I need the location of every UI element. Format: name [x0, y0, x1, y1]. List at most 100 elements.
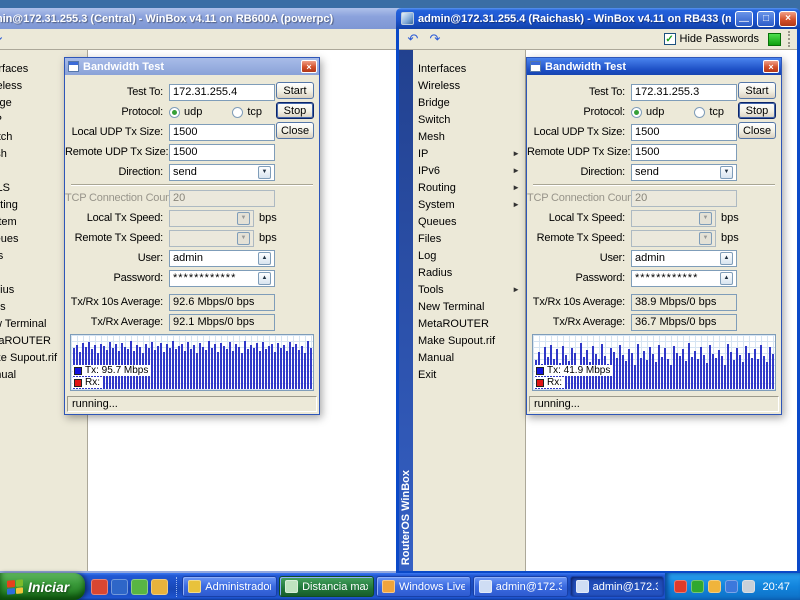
password-input[interactable]: ************ ▲	[631, 270, 737, 287]
undo-icon[interactable]: ↶	[403, 31, 423, 48]
taskbar-button[interactable]: admin@172.3...	[473, 576, 568, 597]
taskbar-button[interactable]: admin@172.3...	[570, 576, 665, 597]
chevron-down-icon[interactable]: ▼	[720, 166, 733, 179]
tx-rx-10s-average-label: Tx/Rx 10s Average:	[527, 296, 631, 308]
sidebar-item[interactable]: Files ►	[413, 230, 525, 247]
sidebar-item[interactable]: Routing ►	[413, 179, 525, 196]
window-titlebar[interactable]: admin@172.31.255.4 (Raichask) - WinBox v…	[396, 8, 800, 29]
tray-icon[interactable]	[674, 580, 687, 593]
bps-unit-label: bps	[259, 232, 277, 244]
protocol-udp-radio[interactable]	[169, 107, 180, 118]
quick-launch-icon[interactable]	[111, 579, 128, 595]
taskbar-button[interactable]: Distancia maxi...	[279, 576, 374, 597]
quick-launch-icon[interactable]	[131, 579, 148, 595]
udp-label: udp	[646, 106, 664, 118]
remote-tx-speed-select: ▼	[631, 230, 716, 247]
taskbar-button-icon	[285, 580, 298, 593]
quick-launch-icon[interactable]	[151, 579, 168, 595]
chart-bar	[292, 347, 294, 389]
sidebar-item[interactable]: Switch ►	[413, 111, 525, 128]
chevron-up-icon[interactable]: ▲	[258, 252, 271, 265]
direction-select[interactable]: send ▼	[169, 164, 275, 181]
close-icon[interactable]: ×	[763, 60, 779, 73]
stop-button[interactable]: Stop	[738, 102, 776, 119]
taskbar-button[interactable]: Administrador ...	[182, 576, 277, 597]
hide-passwords-checkbox[interactable]: ✓	[664, 33, 676, 45]
chevron-down-icon: ▼	[699, 212, 712, 225]
dialog-titlebar[interactable]: Bandwidth Test ×	[527, 58, 781, 75]
protocol-tcp-radio[interactable]	[694, 107, 705, 118]
direction-select[interactable]: send ▼	[631, 164, 737, 181]
local-udp-tx-size-input[interactable]: 1500	[169, 124, 275, 141]
sidebar-item[interactable]: Queues ►	[413, 213, 525, 230]
chart-bar	[196, 353, 198, 389]
tray-icon[interactable]	[691, 580, 704, 593]
user-input[interactable]: admin ▲	[169, 250, 275, 267]
close-icon[interactable]: ×	[301, 60, 317, 73]
redo-icon[interactable]: ↷	[0, 31, 7, 48]
test-to-input[interactable]: 172.31.255.3	[631, 84, 737, 101]
chevron-up-icon[interactable]: ▲	[720, 252, 733, 265]
sidebar-item[interactable]: Manual ►	[413, 349, 525, 366]
sidebar-item[interactable]: Tools ►	[413, 281, 525, 298]
quick-launch-icon[interactable]	[91, 579, 108, 595]
chart-bar	[244, 341, 246, 389]
taskbar-button-label: Distancia maxi...	[302, 581, 368, 593]
protocol-udp-radio[interactable]	[631, 107, 642, 118]
sidebar-item-label: Wireless	[0, 80, 74, 92]
sidebar-item[interactable]: Radius ►	[413, 264, 525, 281]
user-input[interactable]: admin ▲	[631, 250, 737, 267]
sidebar-item[interactable]: Mesh ►	[413, 128, 525, 145]
minimize-icon[interactable]: —	[735, 11, 753, 27]
chevron-up-icon[interactable]: ▲	[720, 272, 733, 285]
test-to-input[interactable]: 172.31.255.4	[169, 84, 275, 101]
sidebar-item[interactable]: IP ►	[413, 145, 525, 162]
close-button[interactable]: Close	[738, 122, 776, 139]
chart-bar	[622, 355, 624, 389]
sidebar-item[interactable]: Exit ►	[413, 366, 525, 383]
close-button[interactable]: Close	[276, 122, 314, 139]
dialog-titlebar[interactable]: Bandwidth Test ×	[65, 58, 319, 75]
tcp-label: tcp	[709, 106, 724, 118]
chart-bar	[673, 346, 675, 389]
tray-icon[interactable]	[708, 580, 721, 593]
sidebar-item[interactable]: IPv6 ►	[413, 162, 525, 179]
chart-bar	[262, 342, 264, 389]
remote-udp-tx-size-label: Remote UDP Tx Size:	[65, 146, 169, 158]
system-tray: 20:47	[665, 573, 800, 600]
taskbar-button-icon	[188, 580, 201, 593]
clock[interactable]: 20:47	[762, 581, 790, 593]
protocol-tcp-radio[interactable]	[232, 107, 243, 118]
sidebar-item[interactable]: New Terminal ►	[413, 298, 525, 315]
chevron-down-icon[interactable]: ▼	[258, 166, 271, 179]
tray-icon[interactable]	[742, 580, 755, 593]
redo-icon[interactable]: ↷	[425, 31, 445, 48]
chevron-up-icon[interactable]: ▲	[258, 272, 271, 285]
sidebar-item[interactable]: Interfaces ►	[413, 60, 525, 77]
sidebar-item[interactable]: System ►	[413, 196, 525, 213]
chart-bar	[193, 345, 195, 389]
remote-udp-tx-size-input[interactable]: 1500	[631, 144, 737, 161]
chart-bar	[637, 344, 639, 389]
sidebar-item[interactable]: Make Supout.rif ►	[413, 332, 525, 349]
toolbar-grip[interactable]	[788, 31, 793, 47]
taskbar-button[interactable]: Windows Live ...	[376, 576, 471, 597]
tray-icon[interactable]	[725, 580, 738, 593]
sidebar-item-label: Manual	[418, 352, 512, 364]
tcp-connection-count-input: 20	[631, 190, 737, 207]
maximize-icon[interactable]: □	[757, 11, 775, 27]
start-button[interactable]: Start	[738, 82, 776, 99]
remote-udp-tx-size-input[interactable]: 1500	[169, 144, 275, 161]
close-icon[interactable]: ×	[779, 11, 797, 27]
password-input[interactable]: ************ ▲	[169, 270, 275, 287]
sidebar-item[interactable]: MetaROUTER ►	[413, 315, 525, 332]
sidebar-item[interactable]: Bridge ►	[413, 94, 525, 111]
local-udp-tx-size-input[interactable]: 1500	[631, 124, 737, 141]
start-button[interactable]: Start	[276, 82, 314, 99]
sidebar-item[interactable]: Log ►	[413, 247, 525, 264]
sidebar-item[interactable]: Wireless ►	[413, 77, 525, 94]
stop-button[interactable]: Stop	[276, 102, 314, 119]
chart-bar	[730, 352, 732, 389]
start-button-taskbar[interactable]: Iniciar	[0, 573, 85, 600]
chart-bar	[280, 348, 282, 389]
